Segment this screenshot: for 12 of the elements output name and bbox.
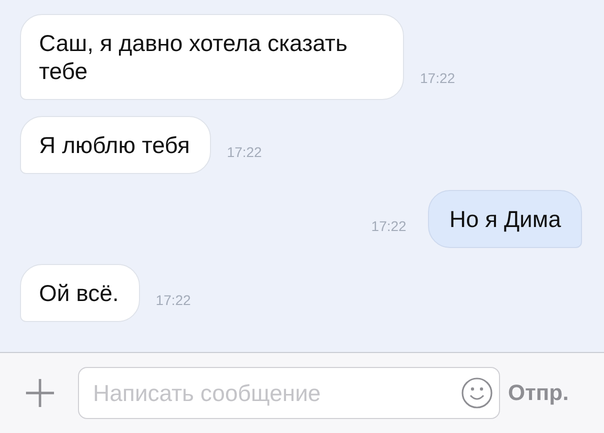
message-bubble: Саш, я давно хотела сказать тебе	[20, 14, 404, 100]
message-time: 17:22	[420, 70, 456, 86]
send-button[interactable]: Отпр.	[500, 380, 569, 406]
message-time: 17:22	[156, 292, 191, 308]
message-time: 17:22	[371, 218, 406, 234]
smiley-icon[interactable]	[461, 377, 493, 409]
message-bubble: Я люблю тебя	[20, 116, 211, 174]
plus-icon[interactable]	[24, 377, 56, 409]
message-bubble: Ой всё.	[20, 264, 140, 322]
message-input-field[interactable]: Написать сообщение	[78, 367, 500, 419]
message-bubble: Но я Дима	[428, 190, 582, 248]
message-time: 17:22	[226, 144, 262, 160]
